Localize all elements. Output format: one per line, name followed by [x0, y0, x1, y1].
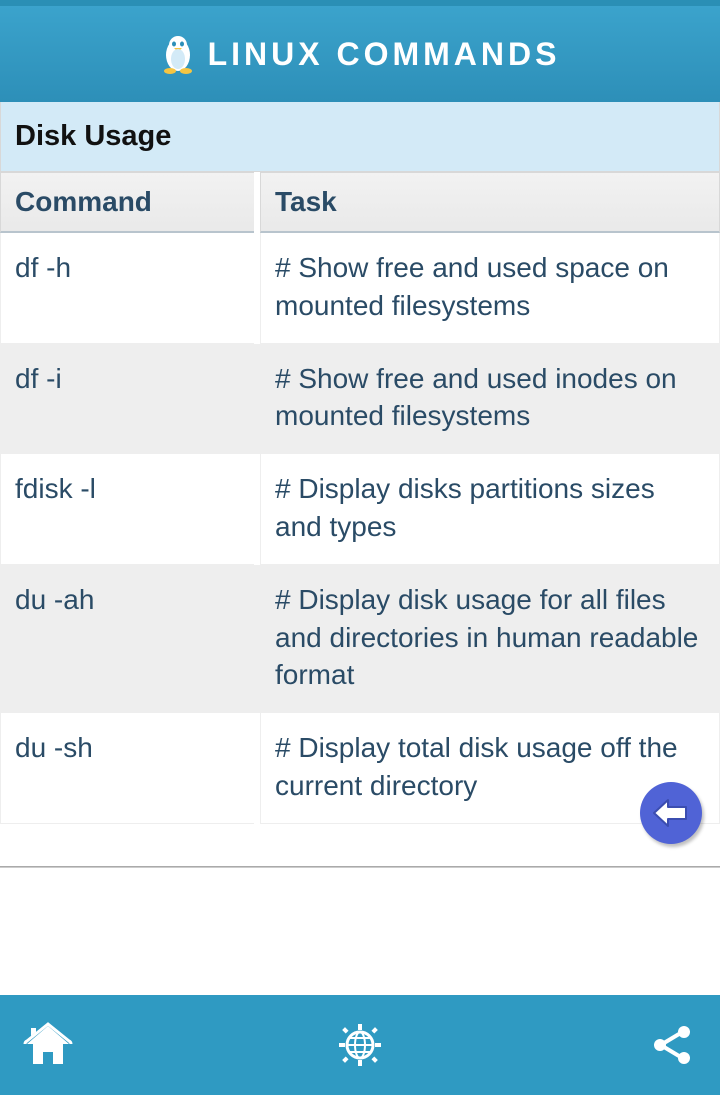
- header-title: LINUX COMMANDS: [208, 36, 561, 73]
- gear-globe-icon: [338, 1023, 382, 1067]
- table-row: fdisk -l # Display disks partitions size…: [0, 454, 720, 565]
- table-header-row: Command Task: [0, 172, 720, 233]
- table-row: du -sh # Display total disk usage off th…: [0, 713, 720, 824]
- table-row: df -i # Show free and used inodes on mou…: [0, 344, 720, 455]
- bottom-nav: [0, 995, 720, 1095]
- cell-task: # Show free and used space on mounted fi…: [260, 233, 720, 344]
- arrow-left-icon: [652, 798, 690, 828]
- cell-command: fdisk -l: [0, 454, 254, 565]
- cell-task: # Display disks partitions sizes and typ…: [260, 454, 720, 565]
- share-icon: [650, 1023, 694, 1067]
- back-button[interactable]: [640, 782, 702, 844]
- cell-command: df -h: [0, 233, 254, 344]
- home-icon: [23, 1022, 73, 1068]
- column-header-task: Task: [260, 172, 720, 233]
- share-button[interactable]: [646, 1019, 698, 1071]
- cell-task: # Display disk usage for all files and d…: [260, 565, 720, 713]
- cell-task: # Show free and used inodes on mounted f…: [260, 344, 720, 455]
- section-title: Disk Usage: [0, 102, 720, 172]
- home-button[interactable]: [22, 1019, 74, 1071]
- table-row: du -ah # Display disk usage for all file…: [0, 565, 720, 713]
- cell-command: du -ah: [0, 565, 254, 713]
- tux-icon: [160, 33, 196, 75]
- cell-command: df -i: [0, 344, 254, 455]
- app-header: LINUX COMMANDS: [0, 6, 720, 102]
- settings-button[interactable]: [334, 1019, 386, 1071]
- commands-table: Command Task df -h # Show free and used …: [0, 172, 720, 824]
- horizontal-divider: [0, 866, 720, 868]
- column-header-command: Command: [0, 172, 254, 233]
- cell-command: du -sh: [0, 713, 254, 824]
- table-row: df -h # Show free and used space on moun…: [0, 233, 720, 344]
- content-area: Disk Usage Command Task df -h # Show fre…: [0, 102, 720, 824]
